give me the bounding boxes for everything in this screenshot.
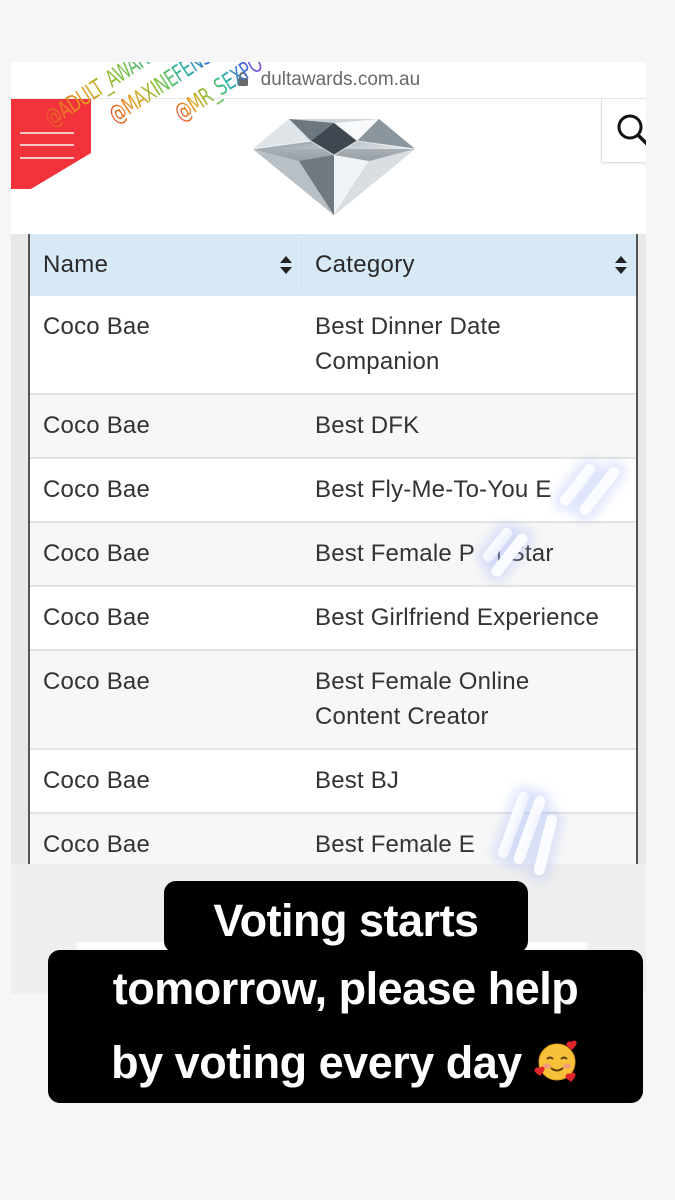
search-button[interactable]	[601, 99, 646, 163]
cell-category: Best Female P n Star	[315, 540, 554, 567]
caption-line-3: by voting every day	[48, 1024, 643, 1098]
page-footer-area	[11, 864, 646, 994]
table-row[interactable]: Coco Bae Best Female Online Content Crea…	[30, 651, 636, 750]
column-header-name[interactable]: Name	[30, 234, 302, 295]
website-screenshot: dultawards.com.au Name Category Coco Bae…	[11, 62, 646, 994]
table-row[interactable]: Coco Bae Best DFK	[30, 395, 636, 459]
nominations-table-container: Name Category Coco Bae Best Dinner Date …	[11, 234, 646, 878]
table-row[interactable]: Coco Bae Best BJ	[30, 750, 636, 814]
column-header-category[interactable]: Category	[302, 234, 636, 295]
cell-name: Coco Bae	[43, 412, 150, 439]
table-row[interactable]: Coco Bae Best Girlfriend Experience	[30, 587, 636, 651]
cell-category: Best Dinner Date Companion	[315, 313, 501, 375]
url-text: dultawards.com.au	[256, 69, 421, 90]
cell-category: Best Girlfriend Experience	[315, 604, 599, 631]
cell-name: Coco Bae	[43, 767, 150, 794]
footer-strip	[77, 942, 587, 954]
sort-icon[interactable]	[280, 256, 292, 274]
cell-name: Coco Bae	[43, 540, 150, 567]
site-header	[11, 99, 646, 234]
cell-name: Coco Bae	[43, 604, 150, 631]
table-body: Coco Bae Best Dinner Date Companion Coco…	[30, 296, 636, 878]
cell-name: Coco Bae	[43, 476, 150, 503]
cell-category: Best Female Online Content Creator	[315, 668, 530, 730]
cell-category: Best BJ	[315, 767, 400, 794]
diamond-logo[interactable]	[249, 111, 419, 216]
cell-category: Best Fly-Me-To-You E	[315, 476, 552, 503]
table-row[interactable]: Coco Bae Best Female P n Star	[30, 523, 636, 587]
nominations-table: Name Category Coco Bae Best Dinner Date …	[28, 234, 638, 878]
cell-name: Coco Bae	[43, 668, 150, 695]
cell-name: Coco Bae	[43, 313, 150, 340]
smiling-face-with-hearts-icon	[534, 1030, 580, 1082]
table-row[interactable]: Coco Bae Best Dinner Date Companion	[30, 296, 636, 395]
cell-category: Best DFK	[315, 412, 420, 439]
table-header: Name Category	[30, 234, 636, 296]
search-icon	[617, 114, 646, 146]
table-row[interactable]: Coco Bae Best Fly-Me-To-You E	[30, 459, 636, 523]
sort-icon[interactable]	[615, 256, 627, 274]
